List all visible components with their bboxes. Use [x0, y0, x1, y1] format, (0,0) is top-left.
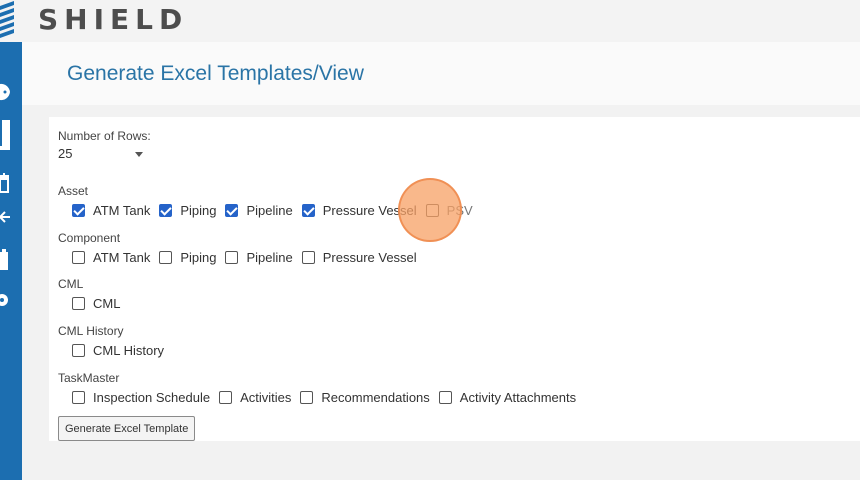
component-piping-label: Piping: [180, 249, 217, 265]
arrow-left-icon[interactable]: [0, 208, 10, 226]
rows-label: Number of Rows:: [58, 129, 151, 143]
asset-section-label: Asset: [58, 184, 89, 198]
asset-psv-checkbox[interactable]: [425, 203, 439, 217]
clipboard-icon[interactable]: [0, 248, 10, 272]
asset-checkbox-row: ATM Tank Piping Pipeline Pressure Vessel…: [72, 200, 482, 220]
asset-pipeline-label: Pipeline: [246, 202, 293, 218]
gear-icon[interactable]: [0, 290, 10, 310]
palette-icon[interactable]: [0, 82, 10, 102]
component-atm-tank-label: ATM Tank: [93, 249, 151, 265]
asset-piping-checkbox[interactable]: [159, 203, 173, 217]
component-checkbox-row: ATM Tank Piping Pipeline Pressure Vessel: [72, 247, 426, 267]
taskmaster-checkbox-row: Inspection Schedule Activities Recommend…: [72, 387, 585, 407]
cml-section-label: CML: [58, 277, 84, 291]
component-pipeline-label: Pipeline: [246, 249, 293, 265]
cml-checkbox[interactable]: [72, 296, 85, 310]
asset-piping-label: Piping: [180, 202, 217, 218]
rows-select-value: 25: [58, 146, 73, 161]
cml-history-checkbox-row: CML History: [72, 340, 173, 360]
activity-attachments-checkbox[interactable]: [438, 390, 452, 404]
logo-text: SHIELD: [38, 3, 189, 36]
chevron-down-icon: [135, 152, 143, 157]
inspection-schedule-checkbox[interactable]: [72, 390, 85, 404]
generate-excel-template-button[interactable]: Generate Excel Template: [58, 416, 196, 441]
inspection-schedule-label: Inspection Schedule: [93, 389, 211, 405]
activities-checkbox[interactable]: [219, 390, 233, 404]
page-header: Generate Excel Templates/View: [22, 42, 860, 105]
building-icon[interactable]: [0, 118, 10, 152]
activities-label: Activities: [240, 389, 292, 405]
recommendations-checkbox[interactable]: [300, 390, 314, 404]
cml-history-section-label: CML History: [58, 324, 124, 338]
asset-atm-tank-checkbox[interactable]: [72, 203, 85, 217]
asset-psv-label: PSV: [446, 202, 473, 218]
component-pipeline-checkbox[interactable]: [225, 250, 239, 264]
component-atm-tank-checkbox[interactable]: [72, 250, 85, 264]
calendar-icon[interactable]: [0, 172, 10, 194]
asset-pipeline-checkbox[interactable]: [225, 203, 239, 217]
cml-history-label: CML History: [93, 342, 165, 358]
activity-attachments-label: Activity Attachments: [459, 389, 577, 405]
cml-history-checkbox[interactable]: [72, 343, 85, 357]
component-section-label: Component: [58, 231, 121, 245]
taskmaster-section-label: TaskMaster: [58, 371, 120, 385]
asset-pressure-vessel-checkbox[interactable]: [301, 203, 315, 217]
recommendations-label: Recommendations: [321, 389, 430, 405]
cml-checkbox-row: CML: [72, 293, 129, 313]
asset-atm-tank-label: ATM Tank: [93, 202, 151, 218]
sidebar: [0, 42, 22, 480]
component-pressure-vessel-checkbox[interactable]: [301, 250, 315, 264]
page-title: Generate Excel Templates/View: [67, 62, 364, 85]
component-pressure-vessel-label: Pressure Vessel: [322, 249, 417, 265]
asset-pressure-vessel-label: Pressure Vessel: [322, 202, 417, 218]
logo-stripes-icon: [0, 1, 14, 38]
cml-label: CML: [93, 295, 121, 311]
top-bar: SHIELD: [0, 0, 860, 42]
component-piping-checkbox[interactable]: [159, 250, 173, 264]
